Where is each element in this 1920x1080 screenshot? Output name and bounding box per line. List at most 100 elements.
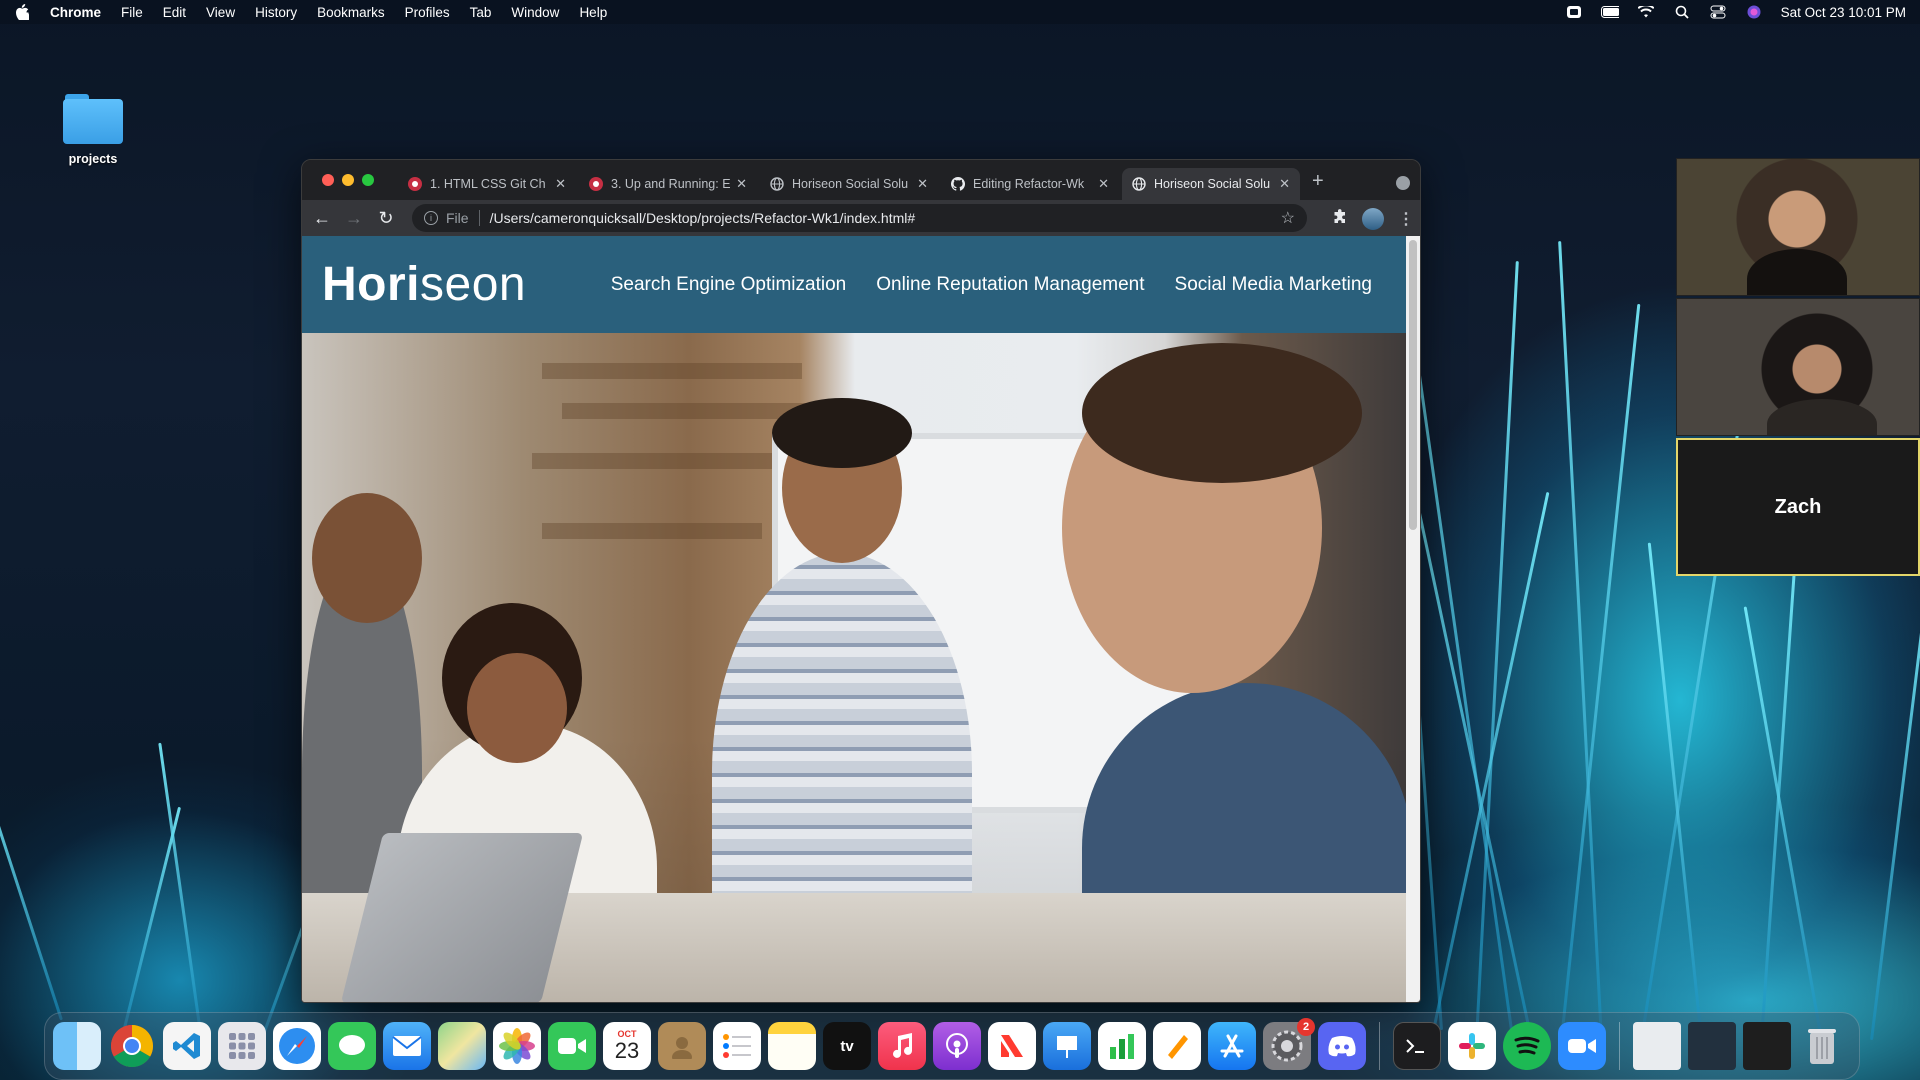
forward-arrow-icon[interactable]: → [338,208,370,229]
scrollbar-thumb[interactable] [1409,240,1417,530]
news-icon[interactable] [988,1022,1036,1070]
spotlight-search-icon[interactable] [1673,5,1691,19]
hero-image [302,333,1408,1002]
address-url[interactable]: /Users/cameronquicksall/Desktop/projects… [490,210,916,226]
tab-search-chevron-icon[interactable] [1396,176,1410,190]
control-center-icon[interactable] [1709,5,1727,19]
menu-bookmarks[interactable]: Bookmarks [317,5,385,20]
browser-tab-3[interactable]: Horiseon Social Solu ✕ [760,168,938,200]
close-tab-icon[interactable]: ✕ [1098,176,1109,192]
chrome-window: 1. HTML CSS Git Ch ✕ 3. Up and Running: … [301,159,1421,1003]
close-tab-icon[interactable]: ✕ [1279,176,1290,192]
keynote-icon[interactable] [1043,1022,1091,1070]
close-window-button[interactable] [322,174,334,186]
more-menu-icon[interactable]: ⋮ [1398,209,1414,229]
browser-tab-4[interactable]: Editing Refactor-Wk ✕ [941,168,1119,200]
battery-icon[interactable] [1600,6,1619,18]
laptop [340,833,584,1002]
folder-icon [63,92,123,144]
calendar-icon[interactable]: OCT 23 [603,1022,651,1070]
nav-link-seo[interactable]: Search Engine Optimization [611,274,847,296]
nav-link-reputation[interactable]: Online Reputation Management [876,274,1144,296]
browser-tab-1[interactable]: 1. HTML CSS Git Ch ✕ [398,168,576,200]
apple-icon[interactable] [14,4,30,20]
address-bar[interactable]: i File /Users/cameronquicksall/Desktop/p… [412,204,1307,232]
minimized-window-thumbnail-2[interactable] [1688,1022,1736,1070]
extensions-puzzle-icon[interactable] [1332,208,1348,230]
notes-icon[interactable] [768,1022,816,1070]
terminal-icon[interactable] [1393,1022,1441,1070]
browser-toolbar: ← → ↻ i File /Users/cameronquicksall/Des… [302,200,1420,236]
screen-record-icon[interactable] [1565,6,1583,18]
desktop-folder-projects[interactable]: projects [58,92,128,166]
browser-tab-2[interactable]: 3. Up and Running: E ✕ [579,168,757,200]
spotify-icon[interactable] [1503,1022,1551,1070]
tab-title: Horiseon Social Solu [1154,177,1271,191]
close-tab-icon[interactable]: ✕ [917,176,928,192]
bookmark-star-icon[interactable]: ☆ [1281,208,1295,228]
photos-icon[interactable] [493,1022,541,1070]
close-tab-icon[interactable]: ✕ [736,176,747,192]
back-arrow-icon[interactable]: ← [306,208,338,229]
minimize-window-button[interactable] [342,174,354,186]
music-icon[interactable] [878,1022,926,1070]
menu-history[interactable]: History [255,5,297,20]
dock: OCT 23 tv 2 [44,1012,1860,1080]
close-tab-icon[interactable]: ✕ [555,176,566,192]
nav-link-social[interactable]: Social Media Marketing [1175,274,1372,296]
logo-text-light: seon [420,258,527,311]
menu-file[interactable]: File [121,5,143,20]
menu-profiles[interactable]: Profiles [405,5,450,20]
zoom-video-tile-3[interactable]: Zach [1676,438,1920,576]
wifi-icon[interactable] [1637,6,1655,18]
menu-app-name[interactable]: Chrome [50,5,101,20]
minimized-window-thumbnail-3[interactable] [1743,1022,1791,1070]
podcasts-icon[interactable] [933,1022,981,1070]
menu-tab[interactable]: Tab [470,5,492,20]
finder-icon[interactable] [53,1022,101,1070]
tab-strip: 1. HTML CSS Git Ch ✕ 3. Up and Running: … [302,160,1420,200]
maps-icon[interactable] [438,1022,486,1070]
site-logo[interactable]: Horiseon [322,257,526,312]
calendar-day: 23 [614,1038,640,1063]
numbers-icon[interactable] [1098,1022,1146,1070]
maximize-window-button[interactable] [362,174,374,186]
launchpad-icon[interactable] [218,1022,266,1070]
facetime-icon[interactable] [548,1022,596,1070]
safari-icon[interactable] [273,1022,321,1070]
menu-edit[interactable]: Edit [163,5,186,20]
siri-icon[interactable] [1745,5,1763,19]
menu-window[interactable]: Window [511,5,559,20]
zoom-icon[interactable] [1558,1022,1606,1070]
reminders-icon[interactable] [713,1022,761,1070]
site-nav: Search Engine Optimization Online Reputa… [611,274,1372,296]
discord-icon[interactable] [1318,1022,1366,1070]
apple-tv-icon[interactable]: tv [823,1022,871,1070]
info-icon[interactable]: i [424,211,438,225]
messages-icon[interactable] [328,1022,376,1070]
menu-view[interactable]: View [206,5,235,20]
profile-avatar-icon[interactable] [1362,208,1384,230]
trash-icon[interactable] [1798,1022,1846,1070]
new-tab-plus-icon[interactable]: + [1312,171,1324,191]
reload-icon[interactable]: ↻ [370,208,402,229]
contacts-icon[interactable] [658,1022,706,1070]
vscode-icon[interactable] [163,1022,211,1070]
zoom-video-tile-2[interactable] [1676,298,1920,436]
desktop-folder-label: projects [68,152,118,166]
zoom-video-tile-1[interactable] [1676,158,1920,296]
mail-icon[interactable] [383,1022,431,1070]
globe-icon [770,177,784,191]
address-scheme: File [446,210,480,226]
app-store-icon[interactable] [1208,1022,1256,1070]
minimized-window-thumbnail-1[interactable] [1633,1022,1681,1070]
menu-help[interactable]: Help [579,5,607,20]
logo-text-bold: Hori [322,258,420,311]
menubar-clock[interactable]: Sat Oct 23 10:01 PM [1781,5,1906,20]
chrome-icon[interactable] [108,1022,156,1070]
pages-icon[interactable] [1153,1022,1201,1070]
browser-tab-5-active[interactable]: Horiseon Social Solu ✕ [1122,168,1300,200]
slack-icon[interactable] [1448,1022,1496,1070]
system-preferences-icon[interactable]: 2 [1263,1018,1315,1070]
page-scrollbar[interactable] [1406,236,1420,1002]
